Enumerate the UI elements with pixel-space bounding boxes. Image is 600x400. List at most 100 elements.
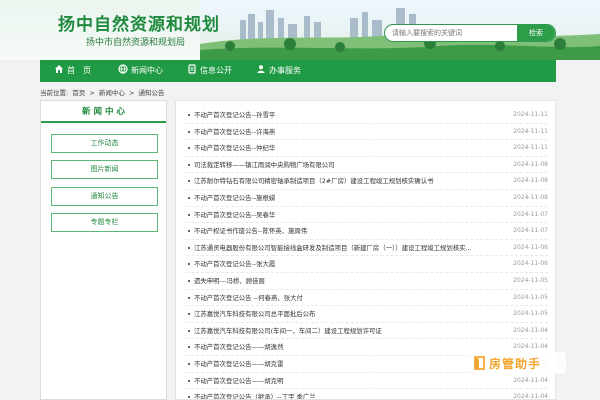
list-item-date: 2024-11-11 [513, 127, 548, 135]
list-item-date: 2024-11-11 [513, 111, 548, 118]
list-item[interactable]: 不动产首次登记公告——胡克明 2024-11-04 [186, 373, 548, 390]
site-subtitle: 扬中市自然资源和规划局 [86, 38, 186, 48]
sidebar-item-topics[interactable]: 专题专栏 [51, 213, 158, 232]
list-item-title[interactable]: 江苏通灵电器股份有限公司智能接线盒研发及制造项目（新建厂房（一））建设工程竣工规… [194, 240, 494, 257]
list-item-date: 2024-11-06 [513, 260, 548, 268]
list-item-date: 2024-11-04 [513, 326, 548, 334]
list-item-title[interactable]: 江苏嘉悦汽车科技有限公司(车间一、车间二）建设工程规划许可证 [194, 323, 494, 340]
bullet-icon [188, 213, 190, 216]
site-title: 扬中自然资源和规划 [58, 15, 220, 35]
list-item-title[interactable]: 不动产首次登记公告--吴春华 [194, 207, 494, 224]
list-item-date: 2024-11-08 [513, 194, 548, 201]
breadcrumb-link-home[interactable]: 首页 [72, 89, 85, 97]
list-item-date: 2024-11-11 [513, 144, 548, 152]
list-item-title[interactable]: 不动产首次登记公告——胡逸然 [194, 339, 494, 356]
list-item[interactable]: 不动产首次登记公告--吴春华 2024-11-07 [186, 207, 548, 224]
sidebar-item-work-news[interactable]: 工作动态 [51, 134, 158, 153]
search-box: 检索 [384, 24, 556, 42]
list-item-date: 2024-11-05 [513, 310, 548, 318]
bullet-icon [188, 163, 190, 166]
nav-item-label: 新闻中心 [131, 66, 163, 75]
list-item-title[interactable]: 不动产首次登记公告--孙雪平 [194, 107, 494, 124]
door-icon [474, 356, 485, 370]
bullet-icon [188, 296, 190, 299]
list-item-title[interactable]: 不动产首次登记公告--施根娣 [194, 190, 494, 207]
list-item-title[interactable]: 不动产首次登记公告--仲纪华 [194, 140, 494, 157]
list-item-title[interactable]: 司法裁定转移——镇江雨润中央购物广场有限公司 [194, 157, 494, 174]
list-item[interactable]: 江苏嘉悦汽车科技有限公司总平面批后公布 2024-11-05 [186, 306, 548, 323]
watermark-badge: 房管助手 [470, 352, 566, 374]
list-item-title[interactable]: 江苏嘉悦汽车科技有限公司总平面批后公布 [194, 306, 494, 323]
list-item[interactable]: 遗失申明---冯桥、顾佳丽 2024-11-05 [186, 273, 548, 290]
bullet-icon [188, 147, 190, 150]
search-input[interactable] [385, 25, 517, 41]
list-item[interactable]: 不动产首次登记公告--许海燕 2024-11-11 [186, 124, 548, 141]
bullet-icon [188, 313, 190, 316]
list-item-title[interactable]: 不动产首次登记公告--许海燕 [194, 124, 494, 141]
bullet-icon [188, 263, 190, 266]
list-item-date: 2024-11-07 [513, 227, 548, 235]
list-item-date: 2024-11-08 [513, 177, 548, 185]
nav-item-home[interactable]: 首 页 [54, 60, 91, 82]
list-item[interactable]: 不动产首次登记公告--仲纪华 2024-11-11 [186, 140, 548, 157]
nav-item-info[interactable]: 信息公开 [187, 60, 232, 82]
bullet-icon [188, 246, 190, 249]
bullet-icon [188, 379, 190, 382]
list-item-title[interactable]: 不动产首次登记公告--张大霞 [194, 256, 494, 273]
bullet-icon [188, 363, 190, 365]
list-item-date: 2024-11-06 [513, 243, 548, 251]
list-item[interactable]: 江苏嘉悦汽车科技有限公司(车间一、车间二）建设工程规划许可证 2024-11-04 [186, 323, 548, 340]
list-item-title[interactable]: 不动产首次登记公告（继承）--丁宇 季广兰 [194, 389, 494, 399]
list-item-title[interactable]: 江苏耐尔特钻石有限公司精密轴承制造项目（2#厂房）建设工程竣工规划核实确认书 [194, 173, 494, 190]
list-item-title[interactable]: 不动产首次登记公告——胡克明 [194, 373, 494, 390]
sidebar: 新 闻 中 心 工作动态 图片新闻 通知公告 专题专栏 [40, 100, 167, 400]
list-item-title[interactable]: 不动产首次登记公告 --何春燕、张大付 [194, 290, 494, 307]
sidebar-item-notices[interactable]: 通知公告 [51, 187, 158, 206]
bullet-icon [188, 130, 190, 133]
bullet-icon [188, 180, 190, 183]
home-icon [55, 65, 63, 73]
globe-icon [118, 64, 128, 74]
main-nav: 首 页 新闻中心 信息公开 办事服务 [40, 60, 556, 82]
bullet-icon [188, 280, 190, 282]
watermark-text: 房管助手 [489, 357, 542, 371]
list-item-date: 2024-11-07 [513, 210, 548, 218]
breadcrumb-current[interactable]: 通知公告 [139, 89, 165, 97]
bullet-icon [188, 114, 190, 116]
list-item-date: 2024-11-05 [513, 293, 548, 301]
list-item-date: 2024-11-08 [513, 160, 548, 168]
user-icon [257, 65, 265, 73]
bullet-icon [188, 396, 190, 399]
breadcrumb-link-news[interactable]: 新闻中心 [99, 89, 125, 97]
list-item-title[interactable]: 不动产权证书作废公告--陈怀英、施周伟 [194, 223, 494, 240]
list-item[interactable]: 不动产权证书作废公告--陈怀英、施周伟 2024-11-07 [186, 223, 548, 240]
list-item[interactable]: 不动产首次登记公告（继承）--丁宇 季广兰 2024-11-04 [186, 389, 548, 399]
list-item[interactable]: 江苏通灵电器股份有限公司智能接线盒研发及制造项目（新建厂房（一））建设工程竣工规… [186, 240, 548, 257]
bullet-icon [188, 329, 190, 332]
search-button[interactable]: 检索 [517, 25, 555, 41]
list-item-title[interactable]: 不动产首次登记公告——胡克雷 [194, 356, 494, 373]
list-item[interactable]: 不动产首次登记公告--孙雪平 2024-11-11 [186, 107, 548, 124]
document-icon [188, 64, 196, 74]
nav-item-service[interactable]: 办事服务 [256, 60, 301, 82]
list-item[interactable]: 司法裁定转移——镇江雨润中央购物广场有限公司 2024-11-08 [186, 157, 548, 174]
list-item[interactable]: 不动产首次登记公告 --何春燕、张大付 2024-11-05 [186, 290, 548, 307]
nav-item-label: 信息公开 [200, 66, 232, 75]
bullet-icon [188, 346, 190, 349]
nav-item-label: 办事服务 [269, 66, 301, 75]
bullet-icon [188, 230, 190, 233]
list-item-date: 2024-11-04 [513, 376, 548, 384]
nav-item-label: 首 页 [67, 66, 91, 75]
list-item[interactable]: 江苏耐尔特钻石有限公司精密轴承制造项目（2#厂房）建设工程竣工规划核实确认书 20… [186, 173, 548, 190]
nav-item-news[interactable]: 新闻中心 [118, 60, 163, 82]
breadcrumb-prefix: 当前位置: [40, 89, 69, 97]
list-item-date: 2024-11-05 [513, 277, 548, 284]
breadcrumb-separator: > [128, 89, 135, 97]
sidebar-title: 新 闻 中 心 [41, 101, 166, 123]
list-item-title[interactable]: 遗失申明---冯桥、顾佳丽 [194, 273, 494, 290]
list-item[interactable]: 不动产首次登记公告--张大霞 2024-11-06 [186, 256, 548, 273]
site-header: 扬中自然资源和规划 扬中市自然资源和规划局 检索 [0, 0, 600, 60]
list-item[interactable]: 不动产首次登记公告--施根娣 2024-11-08 [186, 190, 548, 207]
sidebar-item-photo-news[interactable]: 图片新闻 [51, 160, 158, 179]
breadcrumb-separator: > [89, 89, 95, 97]
